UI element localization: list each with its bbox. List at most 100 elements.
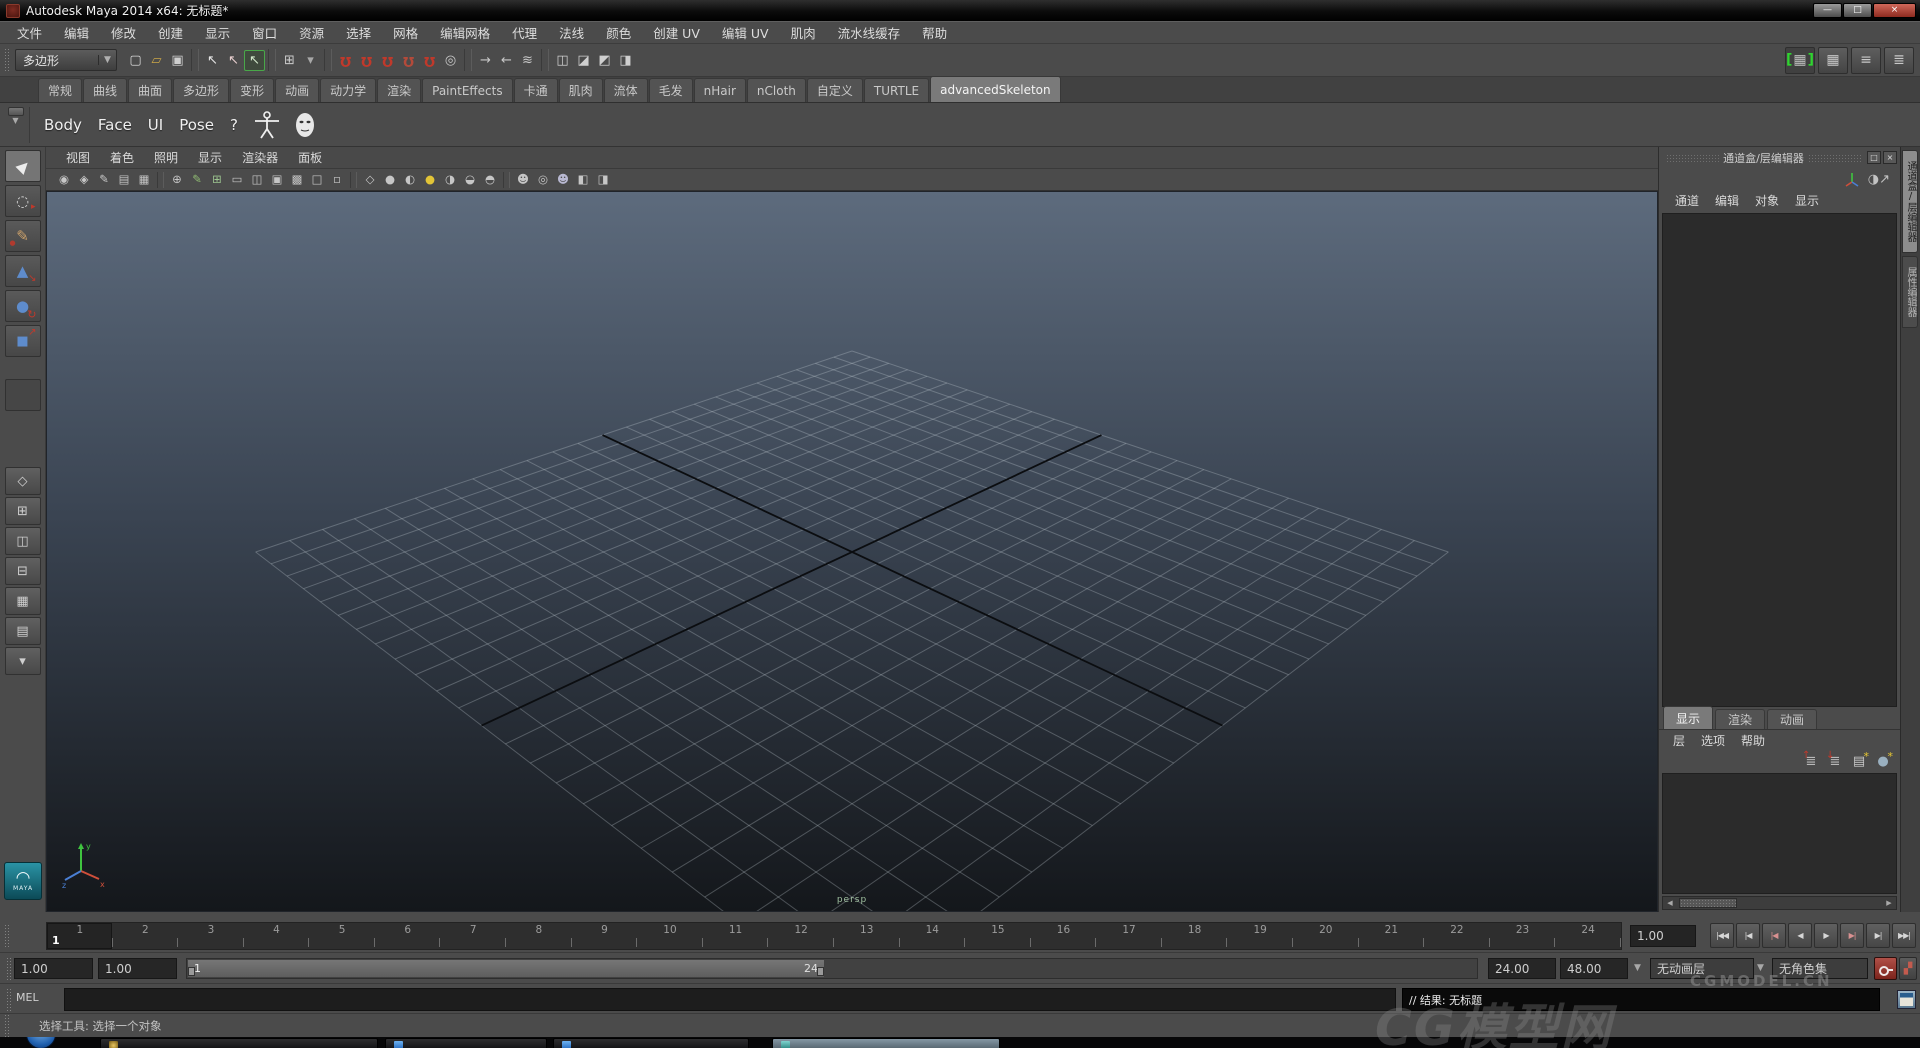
range-end-handle[interactable] [817, 967, 824, 976]
panel-menu-item[interactable]: 显示 [188, 149, 232, 166]
select-by-hierarchy-icon[interactable]: ↖ [202, 50, 223, 71]
attribute-editor-toggle-icon[interactable]: ≣ [1884, 46, 1914, 74]
menu-item[interactable]: 资源 [288, 23, 335, 42]
select-by-component-icon[interactable]: ↖ [244, 49, 265, 71]
timeline-frame[interactable]: 4 [244, 923, 310, 949]
command-line-grip[interactable] [6, 988, 13, 1012]
shelf-tab[interactable]: 变形 [230, 78, 275, 102]
last-tool-slot[interactable] [4, 379, 41, 411]
sidebar-vertical-tab[interactable]: 属性编辑器 [1902, 256, 1918, 328]
channel-list-empty[interactable] [1662, 213, 1897, 707]
timeline-frame[interactable]: 9 [572, 923, 638, 949]
layer-editor-menu-item[interactable]: 层 [1665, 732, 1693, 749]
shelf-tab[interactable]: advancedSkeleton [930, 76, 1061, 102]
command-input[interactable] [64, 988, 1396, 1011]
motion-blur-toggle-icon[interactable]: ◓ [480, 171, 500, 189]
safe-action-icon[interactable]: □ [307, 171, 327, 189]
timeline-frame[interactable]: 17 [1096, 923, 1162, 949]
shelf-tab[interactable]: 曲面 [128, 78, 173, 102]
viewport-3d[interactable]: y x z persp [46, 191, 1658, 912]
layer-editor-tab[interactable]: 动画 [1767, 709, 1818, 729]
shadows-toggle-icon[interactable]: ◑ [440, 171, 460, 189]
timeline-frame[interactable]: 24 [1555, 923, 1621, 949]
shelf-tab[interactable]: 曲线 [83, 78, 128, 102]
panel-menu-item[interactable]: 面板 [288, 149, 332, 166]
playback-end-field[interactable]: 24.00 [1488, 958, 1556, 979]
textured-mode-icon[interactable]: ◐ [400, 171, 420, 189]
close-panel-icon[interactable]: × [1883, 151, 1897, 164]
show-hide-ui-elements-icon[interactable]: ▦ [1785, 46, 1815, 74]
group-divider[interactable] [541, 49, 549, 71]
outliner-persp-layout-button[interactable]: ◫ [4, 527, 41, 555]
playback-range-bar[interactable]: 1 24 [188, 960, 824, 977]
go-to-range-start-button[interactable]: |◀◀ [1710, 923, 1734, 948]
timeline-frame[interactable]: 5 [309, 923, 375, 949]
panel-menu-item[interactable]: 渲染器 [232, 149, 288, 166]
menu-item[interactable]: 代理 [501, 23, 548, 42]
timeline-frame[interactable]: 6 [375, 923, 441, 949]
group-divider[interactable] [268, 49, 276, 71]
current-time-field[interactable]: 1.00 [1630, 925, 1696, 947]
previous-key-button[interactable]: |◀ [1736, 923, 1760, 948]
channel-box-menu-item[interactable]: 编辑 [1707, 192, 1747, 209]
group-divider[interactable] [324, 49, 332, 71]
timeline-frame[interactable]: 8 [506, 923, 572, 949]
menu-item[interactable]: 流水线缓存 [827, 23, 912, 42]
shelf-tab[interactable]: 多边形 [173, 78, 230, 102]
shaded-mode-icon[interactable]: ● [380, 171, 400, 189]
shelf-tab[interactable]: 毛发 [648, 78, 693, 102]
field-chart-icon[interactable]: ▩ [287, 171, 307, 189]
make-object-live-icon[interactable]: ◎ [440, 50, 461, 71]
timeline-frame[interactable]: 22 [1424, 923, 1490, 949]
layer-editor-menu-item[interactable]: 帮助 [1733, 732, 1773, 749]
animation-preferences-button[interactable]: ▞ [1899, 957, 1917, 980]
animation-end-field[interactable]: 48.00 [1560, 958, 1628, 979]
float-panel-icon[interactable]: □ [1867, 151, 1881, 164]
shelf-tab[interactable]: 动力学 [320, 78, 377, 102]
layer-editor-tab[interactable]: 渲染 [1715, 709, 1766, 729]
shelf-script-button[interactable]: Body [36, 116, 90, 134]
move-layer-up-icon[interactable]: ≣ ↑ [1802, 750, 1820, 769]
face-mask-icon[interactable] [288, 108, 322, 142]
menu-item[interactable]: 编辑 UV [711, 23, 780, 42]
go-to-range-end-button[interactable]: ▶▶| [1892, 923, 1916, 948]
persp-outliner-graph-layout-button[interactable]: ▤ [4, 617, 41, 645]
help-line-grip[interactable] [4, 1013, 11, 1038]
panel-divider[interactable] [350, 171, 357, 188]
camera-attributes-icon[interactable]: ✎ [94, 171, 114, 189]
exposure-icon[interactable]: ◧ [573, 171, 593, 189]
paint-selection-tool[interactable]: ✎ ● [4, 220, 41, 252]
single-pane-layout-button[interactable]: ◇ [4, 467, 41, 495]
menu-item[interactable]: 修改 [100, 23, 147, 42]
resolution-gate-icon[interactable]: ◫ [247, 171, 267, 189]
t-pose-figure-icon[interactable] [250, 108, 284, 142]
snap-to-view-plane-icon[interactable]: Ω [419, 50, 440, 71]
xray-joints-toggle-icon[interactable]: ☻ [553, 171, 573, 189]
taskbar-button[interactable] [100, 1038, 378, 1048]
layout-shortcuts-dropdown[interactable]: ▾ [4, 647, 41, 675]
open-scene-icon[interactable]: ▱ [146, 50, 167, 71]
safe-title-icon[interactable]: ▫ [327, 171, 347, 189]
input-to-selected-icon[interactable]: → [475, 50, 496, 71]
menu-item[interactable]: 选择 [335, 23, 382, 42]
shelf-tab[interactable]: 常规 [38, 78, 83, 102]
ipr-render-icon[interactable]: ◩ [594, 50, 615, 71]
render-current-frame-icon[interactable]: ◪ [573, 50, 594, 71]
layer-editor-menu-item[interactable]: 选项 [1693, 732, 1733, 749]
grease-pencil-icon[interactable]: ✎ [187, 171, 207, 189]
maximize-button[interactable]: □ [1843, 3, 1872, 18]
timeline-frame[interactable]: 19 [1227, 923, 1293, 949]
panel-menu-item[interactable]: 视图 [56, 149, 100, 166]
rotate-tool[interactable]: ● ↻ [4, 290, 41, 322]
menu-item[interactable]: 显示 [194, 23, 241, 42]
scrollbar-thumb[interactable] [1679, 898, 1737, 908]
timeline-frame[interactable]: 14 [900, 923, 966, 949]
menu-item[interactable]: 法线 [548, 23, 595, 42]
panel-menu-item[interactable]: 照明 [144, 149, 188, 166]
shelf-scroll-widget[interactable]: ▼ [7, 106, 30, 143]
channel-box-menu-item[interactable]: 通道 [1667, 192, 1707, 209]
open-render-view-icon[interactable]: ◫ [552, 50, 573, 71]
taskbar-button[interactable] [385, 1038, 547, 1048]
chevron-down-icon[interactable]: ▼ [1634, 963, 1641, 973]
speed-state-icon[interactable]: ↗ [1879, 172, 1890, 187]
